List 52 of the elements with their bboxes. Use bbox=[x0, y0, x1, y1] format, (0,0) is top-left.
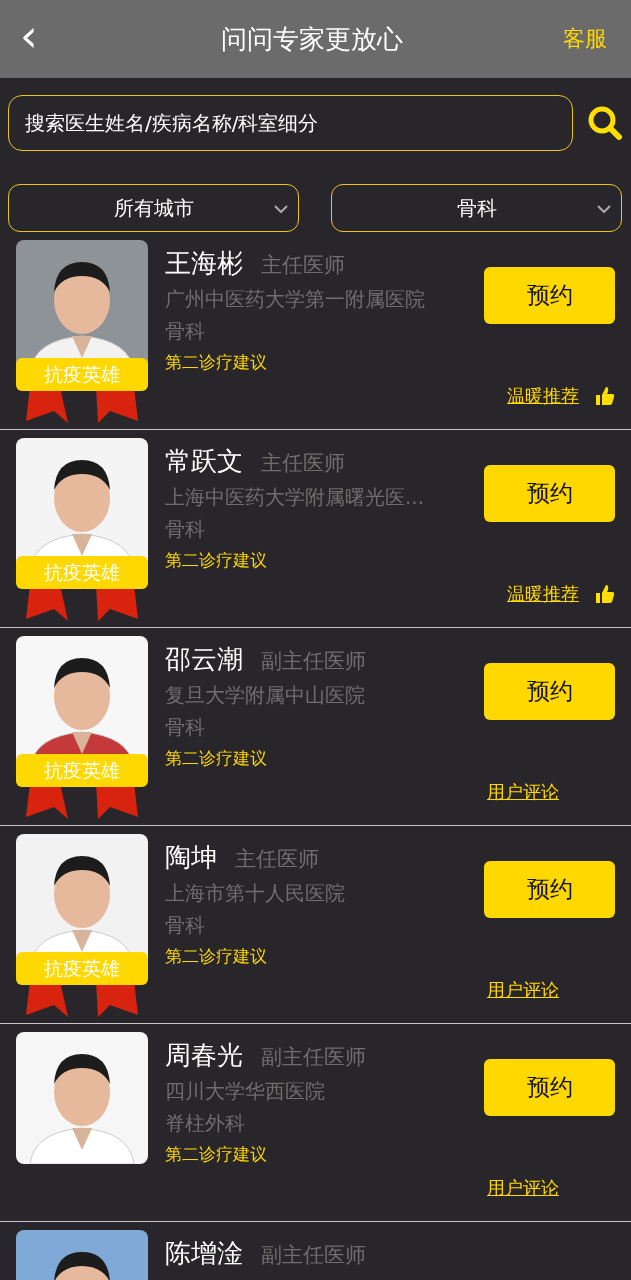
doctor-name: 陈增淦 bbox=[165, 1237, 243, 1270]
doctor-title: 主任医师 bbox=[261, 450, 345, 477]
department: 骨科 bbox=[165, 912, 205, 939]
hospital-name: 广州中医药大学第一附属医院 bbox=[165, 286, 425, 313]
doctor-title: 副主任医师 bbox=[261, 1242, 366, 1269]
review-link[interactable]: 用户评论 bbox=[487, 978, 559, 1002]
department: 骨科 bbox=[165, 714, 205, 741]
filter-dropdown[interactable]: 骨科 bbox=[331, 184, 622, 232]
recommend-link[interactable]: 温暖推荐 bbox=[507, 384, 579, 408]
book-button[interactable]: 预约 bbox=[484, 465, 615, 522]
hospital-name: 四川大学华西医院 bbox=[165, 1078, 325, 1105]
search-icon[interactable] bbox=[587, 105, 623, 141]
doctor-title: 主任医师 bbox=[261, 252, 345, 279]
advice-link[interactable]: 第二诊疗建议 bbox=[165, 747, 267, 770]
customer-service-link[interactable]: 客服 bbox=[563, 24, 607, 54]
doctor-title: 副主任医师 bbox=[261, 648, 366, 675]
chevron-down-icon bbox=[597, 205, 611, 213]
page-title: 问问专家更放心 bbox=[220, 22, 403, 56]
hospital-name: 上海中医药大学附属曙光医... bbox=[165, 484, 425, 511]
doctor-title: 副主任医师 bbox=[261, 1044, 366, 1071]
advice-link[interactable]: 第二诊疗建议 bbox=[165, 945, 267, 968]
honor-badge: 抗疫英雄 bbox=[16, 358, 148, 391]
honor-badge: 抗疫英雄 bbox=[16, 556, 148, 589]
book-button[interactable]: 预约 bbox=[484, 267, 615, 324]
doctor-name: 周春光 bbox=[165, 1039, 243, 1072]
review-link[interactable]: 用户评论 bbox=[487, 780, 559, 804]
thumbs-up-icon[interactable] bbox=[595, 584, 615, 604]
advice-link[interactable]: 第二诊疗建议 bbox=[165, 351, 267, 374]
department: 骨科 bbox=[165, 318, 205, 345]
hospital-name: 上海市第十人民医院 bbox=[165, 880, 345, 907]
doctor-title: 主任医师 bbox=[235, 846, 319, 873]
review-link[interactable]: 用户评论 bbox=[487, 1176, 559, 1200]
book-button[interactable]: 预约 bbox=[484, 1059, 615, 1116]
recommend-link[interactable]: 温暖推荐 bbox=[507, 582, 579, 606]
department: 骨科 bbox=[165, 516, 205, 543]
doctor-name: 邵云潮 bbox=[165, 643, 243, 676]
filter-dropdown[interactable]: 所有城市 bbox=[8, 184, 299, 232]
hospital-name: 复旦大学附属中山医院 bbox=[165, 682, 365, 709]
doctor-name: 王海彬 bbox=[165, 247, 243, 280]
chevron-down-icon bbox=[274, 205, 288, 213]
doctor-name: 陶坤 bbox=[165, 841, 217, 874]
back-button[interactable]: ‹ bbox=[20, 14, 60, 58]
thumbs-up-icon[interactable] bbox=[595, 386, 615, 406]
book-button[interactable]: 预约 bbox=[484, 663, 615, 720]
department: 脊柱外科 bbox=[165, 1110, 245, 1137]
search-field[interactable]: 搜索医生姓名/疾病名称/科室细分 bbox=[8, 95, 573, 151]
advice-link[interactable]: 第二诊疗建议 bbox=[165, 1143, 267, 1166]
book-button[interactable]: 预约 bbox=[484, 861, 615, 918]
honor-badge: 抗疫英雄 bbox=[16, 754, 148, 787]
honor-badge: 抗疫英雄 bbox=[16, 952, 148, 985]
advice-link[interactable]: 第二诊疗建议 bbox=[165, 549, 267, 572]
doctor-name: 常跃文 bbox=[165, 445, 243, 478]
